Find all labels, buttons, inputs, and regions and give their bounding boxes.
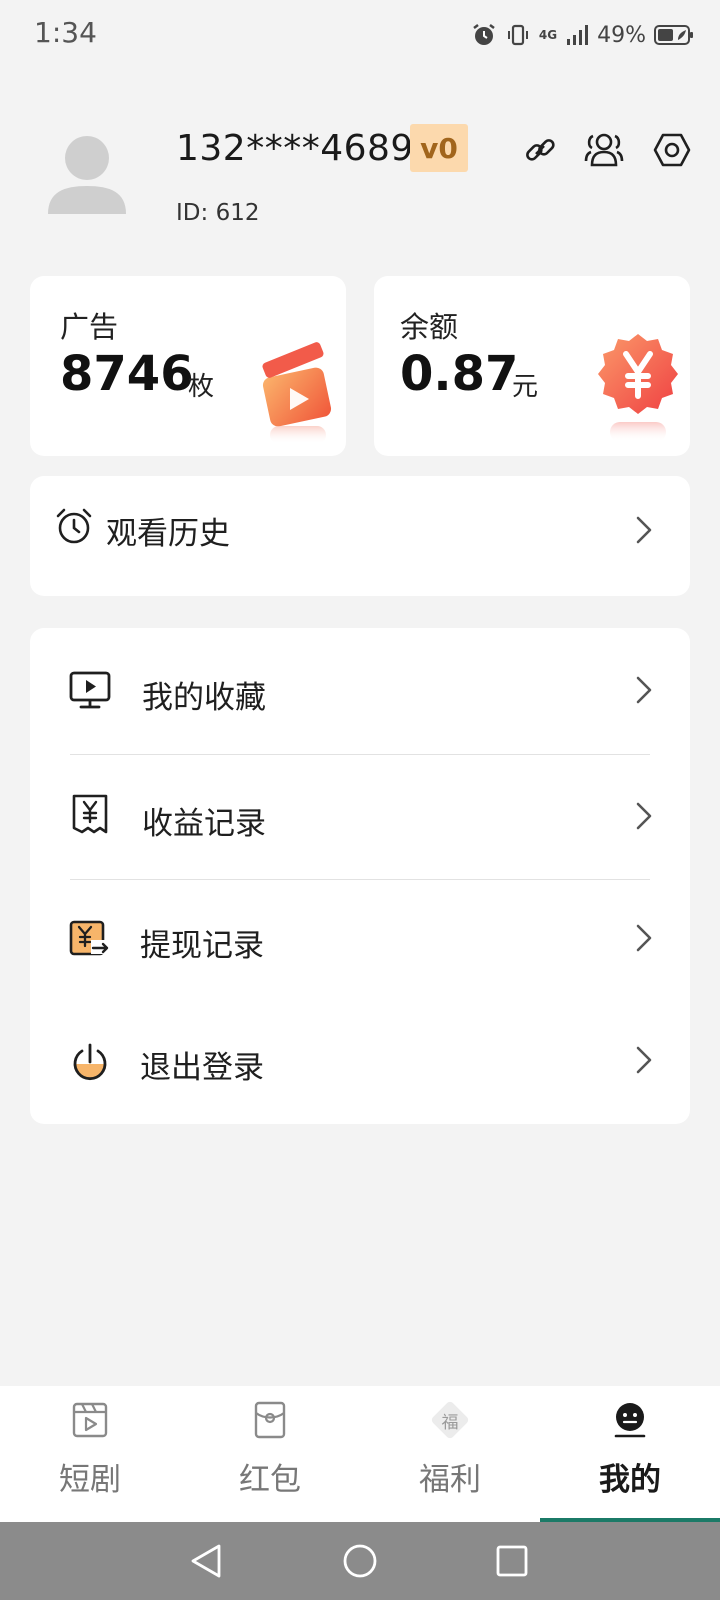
menu-card: 我的收藏 收益记录 提现记录 退出登录 bbox=[30, 628, 690, 1124]
level-badge: v0 bbox=[410, 124, 468, 172]
nav-label-mine: 我的 bbox=[599, 1462, 661, 1498]
status-icons: 4G 49% bbox=[471, 18, 694, 52]
watch-history-row[interactable]: 观看历史 bbox=[30, 476, 690, 596]
profile-header: 132****4689 v0 ID: 612 bbox=[0, 110, 720, 240]
fu-glyph: 福 bbox=[441, 1412, 459, 1433]
yuan-receipt-icon bbox=[68, 792, 112, 836]
link-icon[interactable] bbox=[518, 128, 562, 172]
avatar[interactable] bbox=[44, 130, 130, 220]
ads-card[interactable]: 广告 8746 枚 bbox=[30, 276, 346, 456]
fu-diamond-icon: 福 bbox=[430, 1400, 470, 1440]
battery-percent: 49% bbox=[597, 22, 646, 48]
recents-icon[interactable] bbox=[492, 1541, 532, 1581]
balance-value: 0.87 bbox=[400, 346, 519, 402]
ads-unit: 枚 bbox=[188, 372, 215, 402]
chevron-right-icon bbox=[636, 676, 652, 704]
nav-tab-dramas[interactable]: 短剧 bbox=[0, 1386, 180, 1522]
users-icon[interactable] bbox=[582, 128, 626, 172]
tv-icon bbox=[68, 668, 112, 712]
nav-label-dramas: 短剧 bbox=[59, 1462, 121, 1498]
status-time: 1:34 bbox=[34, 16, 97, 49]
yuan-coin-icon bbox=[596, 334, 680, 454]
balance-label: 余额 bbox=[400, 310, 459, 344]
withdraw-icon bbox=[68, 916, 112, 960]
logout-row[interactable]: 退出登录 bbox=[30, 1000, 690, 1120]
chevron-right-icon bbox=[636, 924, 652, 952]
signal-icon bbox=[565, 23, 589, 47]
watch-history-label: 观看历史 bbox=[106, 516, 230, 552]
withdraw-record-label: 提现记录 bbox=[140, 928, 264, 964]
withdraw-record-row[interactable]: 提现记录 bbox=[30, 878, 690, 998]
power-icon bbox=[68, 1040, 112, 1084]
user-id: ID: 612 bbox=[176, 200, 259, 226]
logout-label: 退出登录 bbox=[140, 1050, 264, 1086]
back-icon[interactable] bbox=[186, 1541, 226, 1581]
video-icon bbox=[70, 1400, 110, 1440]
user-id-value: 612 bbox=[215, 200, 260, 226]
alarm-clock-icon bbox=[52, 504, 96, 548]
nav-tab-benefits[interactable]: 福 福利 bbox=[360, 1386, 540, 1522]
earnings-record-row[interactable]: 收益记录 bbox=[30, 754, 690, 874]
nav-label-red-packet: 红包 bbox=[239, 1462, 301, 1498]
alarm-icon bbox=[471, 22, 497, 48]
user-id-label: ID: bbox=[176, 200, 209, 226]
chevron-right-icon bbox=[636, 516, 652, 544]
chevron-right-icon bbox=[636, 1046, 652, 1074]
face-icon bbox=[610, 1400, 650, 1440]
nav-tab-mine[interactable]: 我的 bbox=[540, 1386, 720, 1522]
nav-tab-red-packet[interactable]: 红包 bbox=[180, 1386, 360, 1522]
favorites-row[interactable]: 我的收藏 bbox=[30, 628, 690, 748]
status-bar: 1:34 4G 49% bbox=[0, 0, 720, 70]
clapperboard-icon bbox=[254, 329, 338, 454]
settings-icon[interactable] bbox=[650, 128, 694, 172]
chevron-right-icon bbox=[636, 802, 652, 830]
ads-label: 广告 bbox=[60, 310, 119, 344]
network-type: 4G bbox=[538, 28, 558, 42]
phone-number: 132****4689 bbox=[176, 128, 414, 169]
red-packet-icon bbox=[250, 1400, 290, 1440]
earnings-record-label: 收益记录 bbox=[142, 806, 266, 842]
nav-label-benefits: 福利 bbox=[419, 1462, 481, 1498]
balance-unit: 元 bbox=[512, 372, 539, 402]
vibrate-icon bbox=[505, 22, 531, 48]
bottom-nav: 短剧 红包 福 福利 我的 bbox=[0, 1386, 720, 1522]
battery-icon bbox=[654, 24, 694, 46]
system-nav-bar bbox=[0, 1522, 720, 1600]
favorites-label: 我的收藏 bbox=[142, 680, 266, 716]
home-icon[interactable] bbox=[340, 1541, 380, 1581]
ads-value: 8746 bbox=[60, 346, 194, 402]
balance-card[interactable]: 余额 0.87 元 bbox=[374, 276, 690, 456]
